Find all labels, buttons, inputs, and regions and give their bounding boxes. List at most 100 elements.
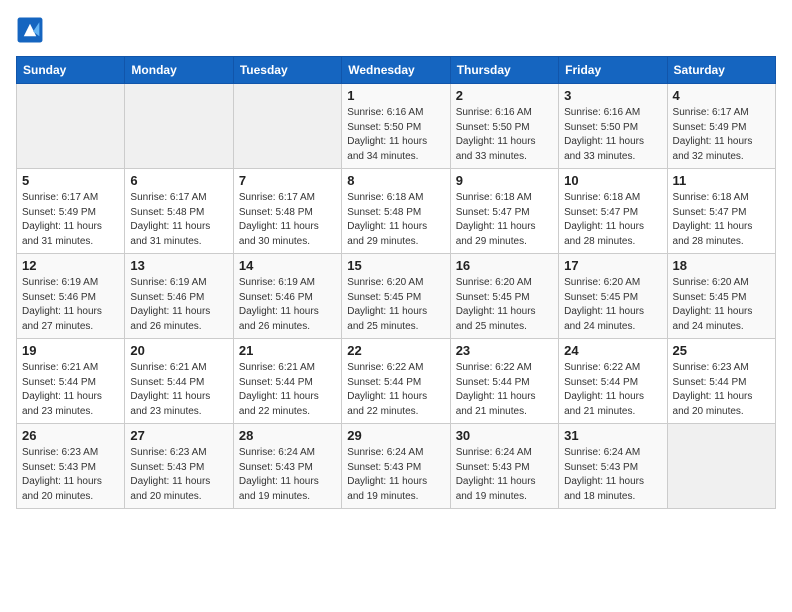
day-info: Sunrise: 6:22 AM Sunset: 5:44 PM Dayligh… — [456, 361, 553, 419]
day-info: Sunrise: 6:20 AM Sunset: 5:45 PM Dayligh… — [456, 276, 553, 334]
day-info: Sunrise: 6:24 AM Sunset: 5:43 PM Dayligh… — [564, 446, 661, 504]
weekday-header: Thursday — [450, 57, 558, 84]
day-info: Sunrise: 6:19 AM Sunset: 5:46 PM Dayligh… — [239, 276, 336, 334]
day-number: 18 — [673, 258, 770, 273]
day-info: Sunrise: 6:22 AM Sunset: 5:44 PM Dayligh… — [347, 361, 444, 419]
day-number: 10 — [564, 173, 661, 188]
calendar-cell: 11 Sunrise: 6:18 AM Sunset: 5:47 PM Dayli… — [667, 169, 775, 254]
weekday-header: Tuesday — [233, 57, 341, 84]
calendar-cell: 31 Sunrise: 6:24 AM Sunset: 5:43 PM Dayli… — [559, 424, 667, 509]
calendar-week-row: 12Sunrise: 6:19 AM Sunset: 5:46 PM Dayli… — [17, 254, 776, 339]
logo — [16, 16, 48, 44]
calendar-cell: 16 Sunrise: 6:20 AM Sunset: 5:45 PM Dayli… — [450, 254, 558, 339]
calendar-week-row: 26 Sunrise: 6:23 AM Sunset: 5:43 PM Dayli… — [17, 424, 776, 509]
calendar-cell: 10 Sunrise: 6:18 AM Sunset: 5:47 PM Dayli… — [559, 169, 667, 254]
calendar-cell: 22Sunrise: 6:22 AM Sunset: 5:44 PM Dayli… — [342, 339, 450, 424]
day-info: Sunrise: 6:23 AM Sunset: 5:43 PM Dayligh… — [130, 446, 227, 504]
calendar-cell: 21Sunrise: 6:21 AM Sunset: 5:44 PM Dayli… — [233, 339, 341, 424]
calendar-cell: 3 Sunrise: 6:16 AM Sunset: 5:50 PM Daylig… — [559, 84, 667, 169]
day-info: Sunrise: 6:17 AM Sunset: 5:49 PM Dayligh… — [22, 191, 119, 249]
calendar-cell: 2 Sunrise: 6:16 AM Sunset: 5:50 PM Daylig… — [450, 84, 558, 169]
day-number: 29 — [347, 428, 444, 443]
day-number: 20 — [130, 343, 227, 358]
day-number: 3 — [564, 88, 661, 103]
calendar-week-row: 5 Sunrise: 6:17 AM Sunset: 5:49 PM Daylig… — [17, 169, 776, 254]
calendar-cell: 28Sunrise: 6:24 AM Sunset: 5:43 PM Dayli… — [233, 424, 341, 509]
day-info: Sunrise: 6:24 AM Sunset: 5:43 PM Dayligh… — [347, 446, 444, 504]
day-info: Sunrise: 6:16 AM Sunset: 5:50 PM Dayligh… — [564, 106, 661, 164]
calendar-cell: 17Sunrise: 6:20 AM Sunset: 5:45 PM Dayli… — [559, 254, 667, 339]
logo-icon — [16, 16, 44, 44]
calendar-cell: 15Sunrise: 6:20 AM Sunset: 5:45 PM Dayli… — [342, 254, 450, 339]
day-info: Sunrise: 6:24 AM Sunset: 5:43 PM Dayligh… — [239, 446, 336, 504]
day-info: Sunrise: 6:16 AM Sunset: 5:50 PM Dayligh… — [456, 106, 553, 164]
calendar-cell: 27 Sunrise: 6:23 AM Sunset: 5:43 PM Dayli… — [125, 424, 233, 509]
day-number: 4 — [673, 88, 770, 103]
calendar-cell — [125, 84, 233, 169]
calendar-week-row: 19 Sunrise: 6:21 AM Sunset: 5:44 PM Dayli… — [17, 339, 776, 424]
calendar-body: 1 Sunrise: 6:16 AM Sunset: 5:50 PM Daylig… — [17, 84, 776, 509]
calendar-cell: 20 Sunrise: 6:21 AM Sunset: 5:44 PM Dayli… — [125, 339, 233, 424]
day-number: 9 — [456, 173, 553, 188]
day-number: 8 — [347, 173, 444, 188]
day-number: 26 — [22, 428, 119, 443]
day-number: 21 — [239, 343, 336, 358]
day-info: Sunrise: 6:19 AM Sunset: 5:46 PM Dayligh… — [130, 276, 227, 334]
calendar-cell: 8Sunrise: 6:18 AM Sunset: 5:48 PM Daylig… — [342, 169, 450, 254]
day-number: 11 — [673, 173, 770, 188]
calendar-cell: 14 Sunrise: 6:19 AM Sunset: 5:46 PM Dayli… — [233, 254, 341, 339]
calendar-header: SundayMondayTuesdayWednesdayThursdayFrid… — [17, 57, 776, 84]
calendar-cell: 7 Sunrise: 6:17 AM Sunset: 5:48 PM Daylig… — [233, 169, 341, 254]
day-info: Sunrise: 6:16 AM Sunset: 5:50 PM Dayligh… — [347, 106, 444, 164]
calendar-cell — [17, 84, 125, 169]
day-info: Sunrise: 6:17 AM Sunset: 5:48 PM Dayligh… — [239, 191, 336, 249]
day-info: Sunrise: 6:20 AM Sunset: 5:45 PM Dayligh… — [673, 276, 770, 334]
day-info: Sunrise: 6:23 AM Sunset: 5:44 PM Dayligh… — [673, 361, 770, 419]
day-info: Sunrise: 6:21 AM Sunset: 5:44 PM Dayligh… — [22, 361, 119, 419]
calendar-cell: 9Sunrise: 6:18 AM Sunset: 5:47 PM Daylig… — [450, 169, 558, 254]
calendar-week-row: 1 Sunrise: 6:16 AM Sunset: 5:50 PM Daylig… — [17, 84, 776, 169]
calendar-cell: 1 Sunrise: 6:16 AM Sunset: 5:50 PM Daylig… — [342, 84, 450, 169]
day-info: Sunrise: 6:17 AM Sunset: 5:49 PM Dayligh… — [673, 106, 770, 164]
weekday-header: Wednesday — [342, 57, 450, 84]
calendar-cell: 30 Sunrise: 6:24 AM Sunset: 5:43 PM Dayli… — [450, 424, 558, 509]
calendar-cell: 4 Sunrise: 6:17 AM Sunset: 5:49 PM Daylig… — [667, 84, 775, 169]
day-number: 2 — [456, 88, 553, 103]
day-info: Sunrise: 6:24 AM Sunset: 5:43 PM Dayligh… — [456, 446, 553, 504]
day-number: 6 — [130, 173, 227, 188]
calendar-table: SundayMondayTuesdayWednesdayThursdayFrid… — [16, 56, 776, 509]
day-number: 14 — [239, 258, 336, 273]
day-number: 24 — [564, 343, 661, 358]
day-number: 7 — [239, 173, 336, 188]
weekday-header: Saturday — [667, 57, 775, 84]
calendar-cell: 23 Sunrise: 6:22 AM Sunset: 5:44 PM Dayli… — [450, 339, 558, 424]
calendar-cell: 26 Sunrise: 6:23 AM Sunset: 5:43 PM Dayli… — [17, 424, 125, 509]
calendar-cell: 13Sunrise: 6:19 AM Sunset: 5:46 PM Dayli… — [125, 254, 233, 339]
day-number: 27 — [130, 428, 227, 443]
day-info: Sunrise: 6:21 AM Sunset: 5:44 PM Dayligh… — [130, 361, 227, 419]
day-number: 5 — [22, 173, 119, 188]
day-number: 30 — [456, 428, 553, 443]
calendar-cell — [667, 424, 775, 509]
day-number: 1 — [347, 88, 444, 103]
calendar-cell: 18 Sunrise: 6:20 AM Sunset: 5:45 PM Dayli… — [667, 254, 775, 339]
weekday-header: Monday — [125, 57, 233, 84]
day-number: 19 — [22, 343, 119, 358]
day-info: Sunrise: 6:20 AM Sunset: 5:45 PM Dayligh… — [564, 276, 661, 334]
weekday-header: Sunday — [17, 57, 125, 84]
day-info: Sunrise: 6:19 AM Sunset: 5:46 PM Dayligh… — [22, 276, 119, 334]
calendar-cell: 12Sunrise: 6:19 AM Sunset: 5:46 PM Dayli… — [17, 254, 125, 339]
calendar-cell: 5 Sunrise: 6:17 AM Sunset: 5:49 PM Daylig… — [17, 169, 125, 254]
day-number: 25 — [673, 343, 770, 358]
day-number: 23 — [456, 343, 553, 358]
calendar-cell — [233, 84, 341, 169]
day-info: Sunrise: 6:18 AM Sunset: 5:47 PM Dayligh… — [564, 191, 661, 249]
day-info: Sunrise: 6:23 AM Sunset: 5:43 PM Dayligh… — [22, 446, 119, 504]
day-number: 31 — [564, 428, 661, 443]
calendar-cell: 25 Sunrise: 6:23 AM Sunset: 5:44 PM Dayli… — [667, 339, 775, 424]
page-header — [16, 16, 776, 44]
day-info: Sunrise: 6:18 AM Sunset: 5:47 PM Dayligh… — [673, 191, 770, 249]
day-number: 16 — [456, 258, 553, 273]
day-info: Sunrise: 6:20 AM Sunset: 5:45 PM Dayligh… — [347, 276, 444, 334]
weekday-header: Friday — [559, 57, 667, 84]
